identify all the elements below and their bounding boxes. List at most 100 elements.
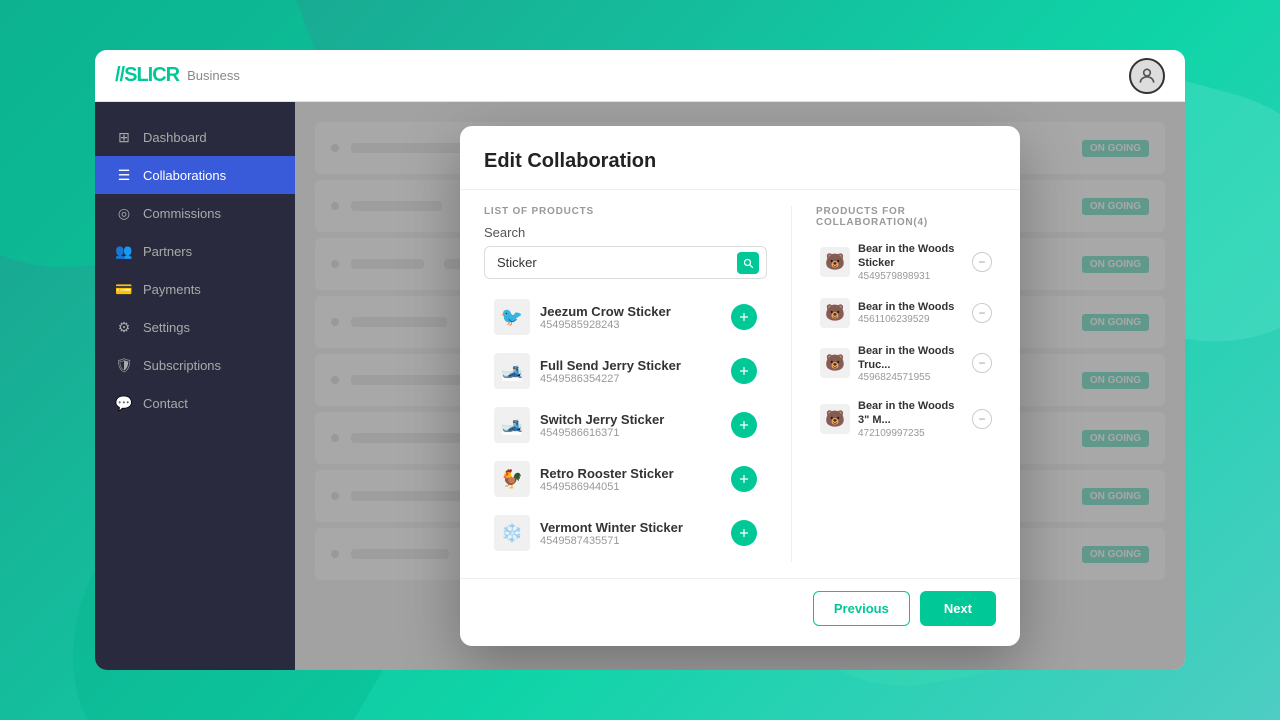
list-item[interactable]: ❄️ Vermont Winter Sticker 4549587435571 <box>484 507 767 559</box>
sidebar-icon-contact: 💬 <box>115 394 133 412</box>
sidebar-icon-subscriptions: 🛡 <box>115 356 133 374</box>
search-icon <box>742 257 754 269</box>
product-thumbnail: 🎿 <box>494 407 530 443</box>
selected-info: Bear in the Woods Truc... 4596824571955 <box>858 344 964 384</box>
modal-body: LIST OF PRODUCTS Search <box>460 190 1020 578</box>
app-container: //SLICR Business ⊞ Dashboard ☰ Collabora… <box>95 50 1185 670</box>
sidebar-item-dashboard[interactable]: ⊞ Dashboard <box>95 118 295 156</box>
sidebar-item-collaborations[interactable]: ☰ Collaborations <box>95 156 295 194</box>
user-avatar[interactable] <box>1129 58 1165 94</box>
selected-list-item: 🐻 Bear in the Woods Sticker 454957989893… <box>816 236 996 288</box>
product-thumbnail: 🐓 <box>494 461 530 497</box>
panel-divider <box>791 206 792 562</box>
modal-footer: Previous Next <box>460 578 1020 646</box>
products-panel: LIST OF PRODUCTS Search <box>484 206 767 562</box>
sidebar-label-contact: Contact <box>143 396 188 411</box>
product-name: Switch Jerry Sticker <box>540 412 721 427</box>
selected-info: Bear in the Woods Sticker 4549579898931 <box>858 242 964 282</box>
main-content: ON GOING ON GOING ON GOING ON GOING ON G… <box>295 102 1185 670</box>
plus-icon <box>738 419 750 431</box>
selected-thumbnail: 🐻 <box>820 247 850 277</box>
product-thumbnail: 🐦 <box>494 299 530 335</box>
add-product-button[interactable] <box>731 304 757 330</box>
plus-icon <box>738 365 750 377</box>
add-product-button[interactable] <box>731 466 757 492</box>
app-logo: //SLICR <box>115 64 179 87</box>
sidebar-icon-dashboard: ⊞ <box>115 128 133 146</box>
plus-icon <box>738 527 750 539</box>
remove-product-button[interactable]: − <box>972 252 992 272</box>
product-info: Jeezum Crow Sticker 4549585928243 <box>540 304 721 331</box>
sidebar-icon-partners: 👥 <box>115 242 133 260</box>
product-info: Full Send Jerry Sticker 4549586354227 <box>540 358 721 385</box>
selected-panel: PRODUCTS FOR COLLABORATION(4) 🐻 Bear in … <box>816 206 996 562</box>
product-sku: 4549586354227 <box>540 373 721 385</box>
sidebar-icon-collaborations: ☰ <box>115 166 133 184</box>
search-box <box>484 246 767 279</box>
modal-header: Edit Collaboration <box>460 126 1020 190</box>
product-sku: 4549586944051 <box>540 481 721 493</box>
selected-panel-label: PRODUCTS FOR COLLABORATION(4) <box>816 206 996 228</box>
product-name: Vermont Winter Sticker <box>540 520 721 535</box>
product-info: Retro Rooster Sticker 4549586944051 <box>540 466 721 493</box>
products-panel-label: LIST OF PRODUCTS <box>484 206 767 217</box>
sidebar-label-subscriptions: Subscriptions <box>143 358 221 373</box>
selected-thumbnail: 🐻 <box>820 404 850 434</box>
selected-list-item: 🐻 Bear in the Woods Truc... 459682457195… <box>816 338 996 390</box>
sidebar-icon-commissions: ◎ <box>115 204 133 222</box>
logo-text: //SLICR <box>115 64 179 86</box>
product-list: 🐦 Jeezum Crow Sticker 4549585928243 🎿 Fu… <box>484 291 767 562</box>
sidebar-label-payments: Payments <box>143 282 201 297</box>
sidebar-label-dashboard: Dashboard <box>143 130 207 145</box>
product-thumbnail: 🎿 <box>494 353 530 389</box>
add-product-button[interactable] <box>731 358 757 384</box>
product-sku: 4549585928243 <box>540 319 721 331</box>
product-info: Switch Jerry Sticker 4549586616371 <box>540 412 721 439</box>
sidebar-item-settings[interactable]: ⚙ Settings <box>95 308 295 346</box>
sidebar-icon-settings: ⚙ <box>115 318 133 336</box>
selected-info: Bear in the Woods 4561106239529 <box>858 300 964 325</box>
selected-info: Bear in the Woods 3" M... 472109997235 <box>858 399 964 439</box>
list-item[interactable]: 🎿 Full Send Jerry Sticker 4549586354227 <box>484 345 767 397</box>
product-name: Retro Rooster Sticker <box>540 466 721 481</box>
add-product-button[interactable] <box>731 412 757 438</box>
selected-product-name: Bear in the Woods 3" M... <box>858 399 964 428</box>
topbar-right <box>1129 58 1165 94</box>
previous-button[interactable]: Previous <box>813 591 910 626</box>
sidebar-item-payments[interactable]: 💳 Payments <box>95 270 295 308</box>
sidebar-label-partners: Partners <box>143 244 192 259</box>
search-button[interactable] <box>737 252 759 274</box>
app-body: ⊞ Dashboard ☰ Collaborations ◎ Commissio… <box>95 102 1185 670</box>
remove-product-button[interactable]: − <box>972 409 992 429</box>
search-input[interactable] <box>484 246 767 279</box>
plus-icon <box>738 473 750 485</box>
edit-collaboration-modal: Edit Collaboration LIST OF PRODUCTS Sear… <box>460 126 1020 646</box>
add-product-button[interactable] <box>731 520 757 546</box>
sidebar-item-contact[interactable]: 💬 Contact <box>95 384 295 422</box>
list-item[interactable]: 🐦 Jeezum Crow Sticker 4549585928243 <box>484 291 767 343</box>
sidebar: ⊞ Dashboard ☰ Collaborations ◎ Commissio… <box>95 102 295 670</box>
selected-product-name: Bear in the Woods <box>858 300 964 314</box>
business-label: Business <box>187 68 240 83</box>
modal-overlay: Edit Collaboration LIST OF PRODUCTS Sear… <box>295 102 1185 670</box>
product-info: Vermont Winter Sticker 4549587435571 <box>540 520 721 547</box>
sidebar-item-partners[interactable]: 👥 Partners <box>95 232 295 270</box>
selected-list: 🐻 Bear in the Woods Sticker 454957989893… <box>816 236 996 562</box>
sidebar-label-settings: Settings <box>143 320 190 335</box>
sidebar-item-subscriptions[interactable]: 🛡 Subscriptions <box>95 346 295 384</box>
selected-list-item: 🐻 Bear in the Woods 3" M... 472109997235… <box>816 393 996 445</box>
selected-product-sku: 4549579898931 <box>858 271 964 282</box>
topbar: //SLICR Business <box>95 50 1185 102</box>
remove-product-button[interactable]: − <box>972 303 992 323</box>
sidebar-icon-payments: 💳 <box>115 280 133 298</box>
list-item[interactable]: 🐓 Retro Rooster Sticker 4549586944051 <box>484 453 767 505</box>
next-button[interactable]: Next <box>920 591 996 626</box>
plus-icon <box>738 311 750 323</box>
list-item[interactable]: 🎿 Switch Jerry Sticker 4549586616371 <box>484 399 767 451</box>
selected-product-name: Bear in the Woods Sticker <box>858 242 964 271</box>
selected-product-sku: 472109997235 <box>858 428 964 439</box>
remove-product-button[interactable]: − <box>972 353 992 373</box>
list-item[interactable]: 🐄 Beltie Cow Euro Sticker 4549599723571 <box>484 561 767 562</box>
sidebar-item-commissions[interactable]: ◎ Commissions <box>95 194 295 232</box>
selected-product-sku: 4596824571955 <box>858 372 964 383</box>
